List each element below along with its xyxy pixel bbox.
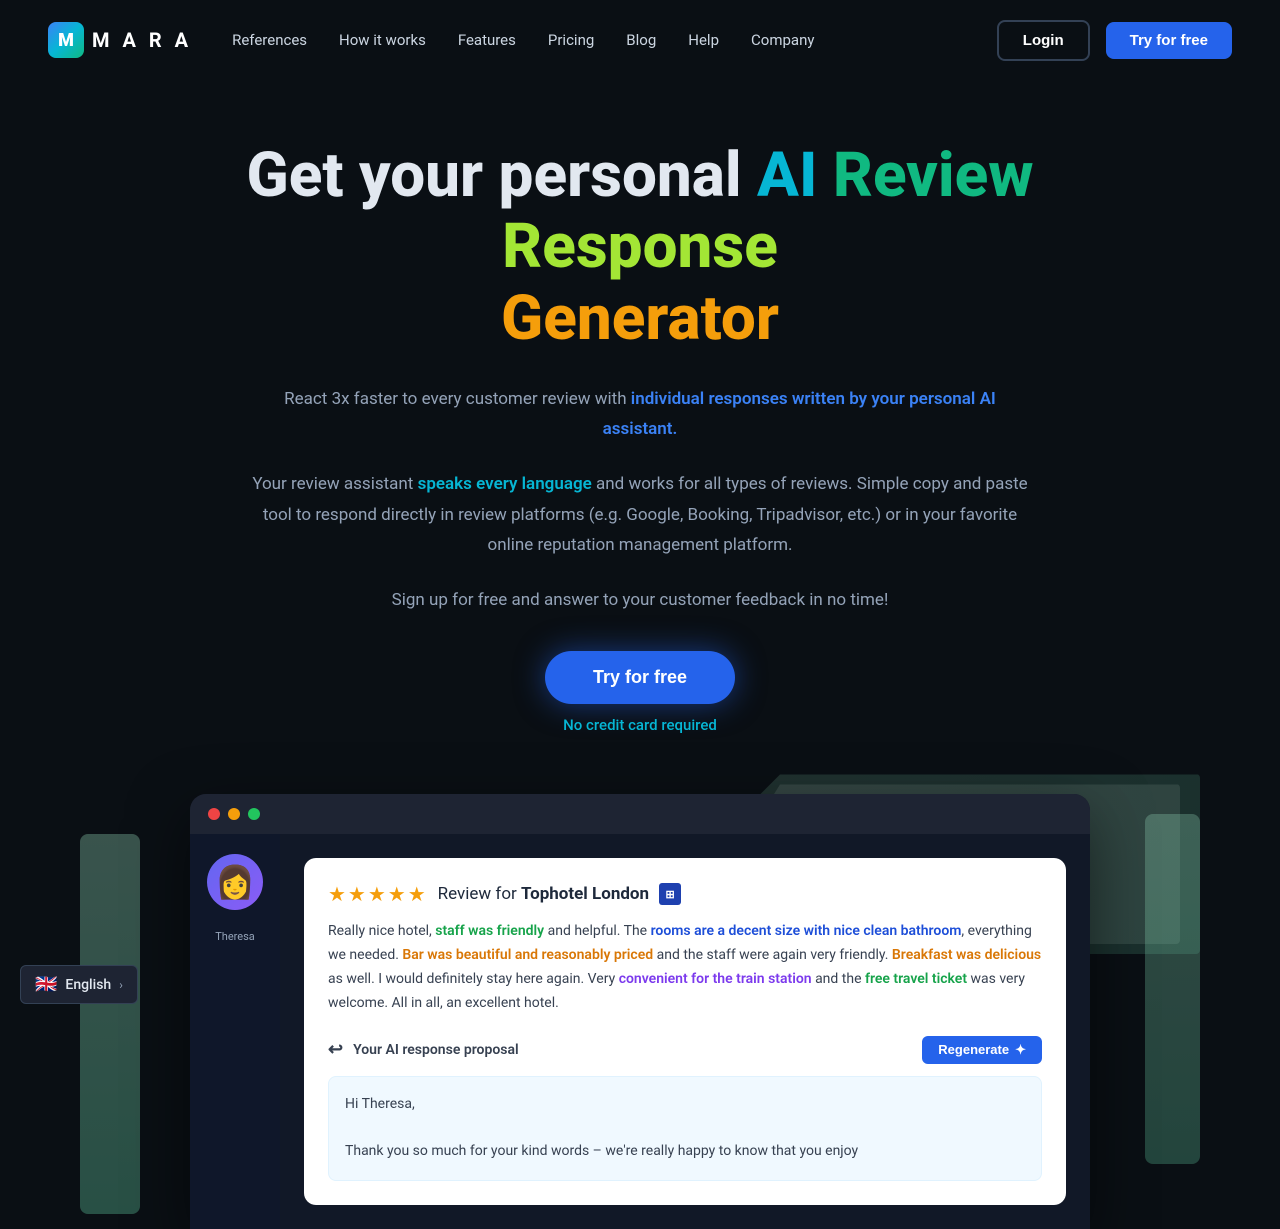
review-hl2: rooms are a decent size with nice clean … bbox=[651, 923, 962, 939]
try-for-free-button-nav[interactable]: Try for free bbox=[1106, 22, 1232, 59]
hero-desc-1-highlight: individual responses written by your per… bbox=[603, 389, 996, 440]
review-hl6: free travel ticket bbox=[865, 971, 967, 987]
hero-title-part1: Get your personal bbox=[246, 139, 757, 212]
arrow-icon: ↩ bbox=[328, 1039, 343, 1060]
review-text: Really nice hotel, staff was friendly an… bbox=[328, 920, 1042, 1015]
review-hl4: Breakfast was delicious bbox=[892, 947, 1041, 963]
reviewer-name: Theresa bbox=[215, 930, 255, 943]
language-selector[interactable]: 🇬🇧 English › bbox=[20, 965, 138, 1004]
hero-title: Get your personal AI Review Response Gen… bbox=[120, 140, 1160, 354]
language-flag: 🇬🇧 bbox=[35, 974, 57, 995]
ai-response-header: ↩ Your AI response proposal Regenerate ✦ bbox=[328, 1036, 1042, 1064]
logo-text: M A R A bbox=[92, 28, 192, 52]
app-window: 👩 Theresa ★★★★★ Review for Tophotel Lond… bbox=[190, 794, 1090, 1229]
hero-title-response: Response bbox=[502, 210, 778, 283]
right-decor-shape bbox=[1145, 814, 1200, 1164]
review-stars: ★★★★★ bbox=[328, 882, 428, 906]
nav-links: References How it works Features Pricing… bbox=[232, 31, 814, 49]
logo[interactable]: M M A R A bbox=[48, 22, 192, 58]
regenerate-button[interactable]: Regenerate ✦ bbox=[922, 1036, 1042, 1064]
hero-desc-2-highlight: speaks every language bbox=[418, 474, 592, 494]
window-dot-red bbox=[208, 808, 220, 820]
hero-title-generator: Generator bbox=[501, 282, 779, 355]
review-card: ★★★★★ Review for Tophotel London ⊞ Reall… bbox=[304, 858, 1066, 1205]
chevron-right-icon: › bbox=[119, 978, 123, 992]
hero-desc-3: Sign up for free and answer to your cust… bbox=[250, 585, 1030, 616]
app-content: ★★★★★ Review for Tophotel London ⊞ Reall… bbox=[280, 834, 1090, 1229]
nav-link-pricing[interactable]: Pricing bbox=[548, 31, 594, 49]
nav-actions: Login Try for free bbox=[997, 20, 1232, 61]
ai-response-label: ↩ Your AI response proposal bbox=[328, 1039, 519, 1060]
review-text-2: and helpful. The bbox=[544, 923, 650, 939]
hero-desc-2: Your review assistant speaks every langu… bbox=[250, 469, 1030, 561]
nav-link-references[interactable]: References bbox=[232, 31, 307, 49]
hotel-icon: ⊞ bbox=[659, 883, 681, 905]
hero-cta: Try for free No credit card required bbox=[120, 651, 1160, 734]
ai-response-label-text: Your AI response proposal bbox=[353, 1042, 519, 1058]
app-body: 👩 Theresa ★★★★★ Review for Tophotel Lond… bbox=[190, 834, 1090, 1229]
language-text: English bbox=[65, 977, 111, 993]
regenerate-icon: ✦ bbox=[1015, 1042, 1026, 1058]
nav-link-company[interactable]: Company bbox=[751, 31, 814, 49]
review-text-6: and the bbox=[812, 971, 865, 987]
app-sidebar: 👩 Theresa bbox=[190, 834, 280, 1229]
hero-desc-1: React 3x faster to every customer review… bbox=[250, 384, 1030, 445]
ai-response-line1: Hi Theresa, bbox=[345, 1093, 1025, 1117]
review-for-text: Review for bbox=[438, 884, 521, 904]
nav-link-how-it-works[interactable]: How it works bbox=[339, 31, 426, 49]
review-text-4: and the staff were again very friendly. bbox=[653, 947, 892, 963]
window-titlebar bbox=[190, 794, 1090, 834]
window-dot-green bbox=[248, 808, 260, 820]
review-hl1: staff was friendly bbox=[435, 923, 544, 939]
review-hl3: Bar was beautiful and reasonably priced bbox=[402, 947, 653, 963]
hero-desc-1-text: React 3x faster to every customer review… bbox=[284, 389, 631, 409]
navbar: M M A R A References How it works Featur… bbox=[0, 0, 1280, 80]
ai-response-line2: Thank you so much for your kind words – … bbox=[345, 1140, 1025, 1164]
window-dot-yellow bbox=[228, 808, 240, 820]
hero-section: Get your personal AI Review Response Gen… bbox=[0, 80, 1280, 774]
regenerate-label: Regenerate bbox=[938, 1042, 1009, 1057]
review-text-5: as well. I would definitely stay here ag… bbox=[328, 971, 619, 987]
ai-response-box: Hi Theresa, Thank you so much for your k… bbox=[328, 1076, 1042, 1181]
review-hl5: convenient for the train station bbox=[619, 971, 812, 987]
hero-title-ai: AI bbox=[757, 139, 833, 212]
review-header: ★★★★★ Review for Tophotel London ⊞ bbox=[328, 882, 1042, 906]
hero-desc-2-text: Your review assistant bbox=[252, 474, 417, 494]
no-credit-card-text: No credit card required bbox=[563, 716, 717, 734]
reviewer-avatar: 👩 bbox=[207, 854, 263, 910]
logo-icon: M bbox=[48, 22, 84, 58]
hotel-name: Tophotel London bbox=[521, 884, 649, 904]
login-button[interactable]: Login bbox=[997, 20, 1090, 61]
ai-response-section: ↩ Your AI response proposal Regenerate ✦… bbox=[328, 1036, 1042, 1181]
left-decor-shape bbox=[80, 834, 140, 1214]
review-title: Review for Tophotel London bbox=[438, 884, 649, 904]
nav-link-blog[interactable]: Blog bbox=[626, 31, 656, 49]
nav-link-help[interactable]: Help bbox=[688, 31, 719, 49]
review-text-1: Really nice hotel, bbox=[328, 923, 435, 939]
hero-title-review: Review bbox=[833, 139, 1034, 212]
try-for-free-button-hero[interactable]: Try for free bbox=[545, 651, 735, 704]
demo-section: 👩 Theresa ★★★★★ Review for Tophotel Lond… bbox=[0, 774, 1280, 1229]
nav-link-features[interactable]: Features bbox=[458, 31, 516, 49]
